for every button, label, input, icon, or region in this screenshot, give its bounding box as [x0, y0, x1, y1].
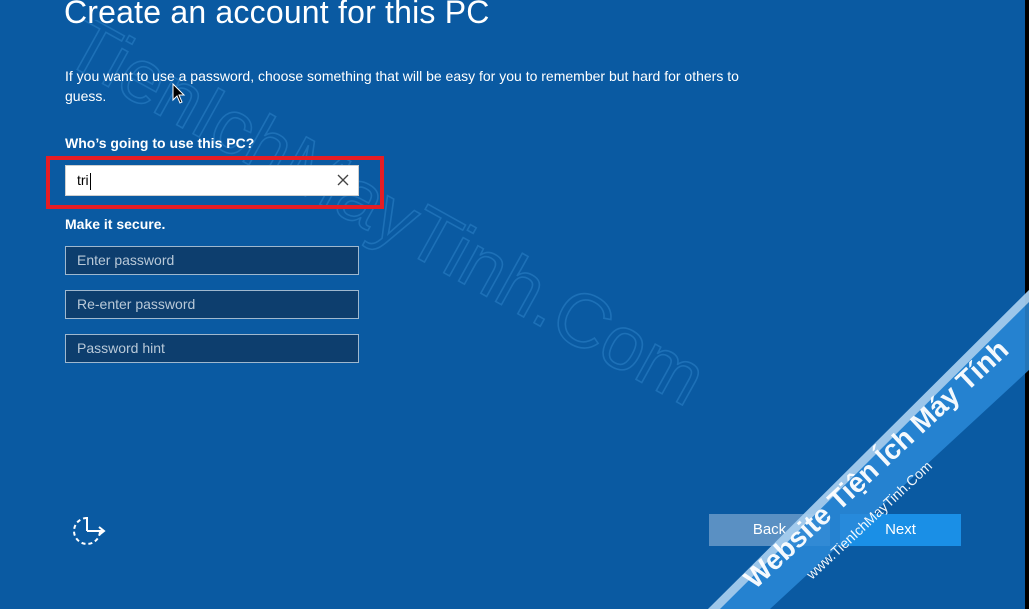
back-button[interactable]: Back — [709, 514, 830, 546]
right-edge-strip — [1025, 0, 1029, 609]
corner-ribbon-watermark: Website Tiện Ích Máy Tính www.TienIchMay… — [708, 290, 1029, 609]
username-highlight-box — [46, 156, 384, 209]
page-title: Create an account for this PC — [64, 0, 490, 30]
mouse-pointer-icon — [172, 83, 186, 104]
reenter-password-placeholder: Re-enter password — [77, 296, 196, 312]
username-label: Who’s going to use this PC? — [65, 135, 255, 151]
password-placeholder: Enter password — [77, 252, 175, 268]
password-hint-input[interactable]: Password hint — [65, 334, 359, 363]
next-button[interactable]: Next — [840, 514, 961, 546]
page-description: If you want to use a password, choose so… — [65, 68, 739, 104]
ribbon-title: Website Tiện Ích Máy Tính — [738, 334, 1014, 595]
secure-label: Make it secure. — [65, 216, 166, 232]
reenter-password-input[interactable]: Re-enter password — [65, 290, 359, 319]
ease-of-access-icon[interactable] — [70, 514, 108, 548]
password-input[interactable]: Enter password — [65, 246, 359, 275]
password-hint-placeholder: Password hint — [77, 340, 165, 356]
